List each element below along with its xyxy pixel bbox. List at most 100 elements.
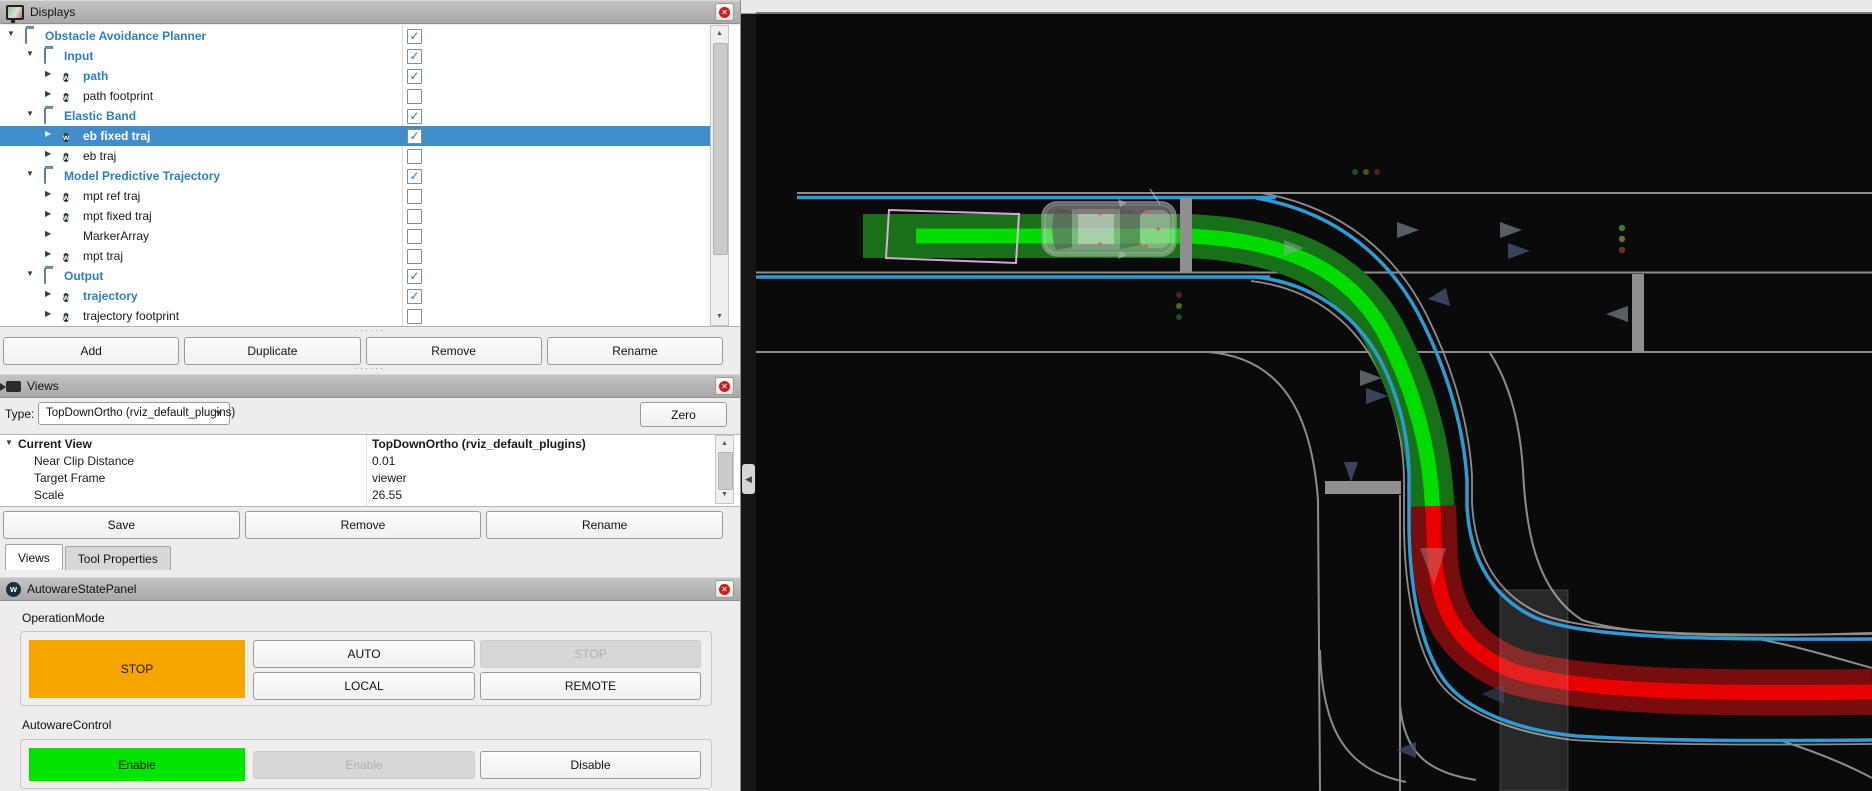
expand-icon[interactable] (45, 149, 51, 158)
disable-button[interactable]: Disable (480, 751, 701, 779)
view-type-combobox[interactable]: TopDownOrtho (rviz_default_plugins) ▼ (38, 402, 230, 425)
rename-button[interactable]: Rename (547, 337, 723, 365)
visibility-checkbox[interactable] (407, 309, 422, 324)
collapse-icon[interactable] (26, 49, 34, 58)
scroll-down-icon[interactable]: ▼ (711, 310, 728, 324)
hood (1140, 210, 1170, 248)
tree-item-mpt-traj[interactable]: w mpt traj (0, 246, 710, 266)
visibility-checkbox[interactable] (407, 149, 422, 164)
property-row-target-frame[interactable]: Target Frame viewer (0, 470, 715, 487)
visibility-checkbox[interactable] (407, 169, 422, 184)
folder-icon (25, 28, 27, 44)
remote-button[interactable]: REMOTE (480, 672, 701, 700)
tree-item-marker-array[interactable]: MarkerArray (0, 226, 710, 246)
tree-item-model-predictive-trajectory[interactable]: Model Predictive Trajectory (0, 166, 710, 186)
autoware-display-icon: w (63, 253, 69, 262)
visibility-checkbox[interactable] (407, 29, 422, 44)
autoware-control-group: Enable Enable Disable (20, 739, 712, 789)
rename-view-button[interactable]: Rename (486, 511, 723, 539)
trajectory-core-red (1433, 506, 1872, 693)
expand-icon[interactable] (45, 89, 51, 98)
visibility-checkbox[interactable] (407, 109, 422, 124)
collapse-icon[interactable] (7, 29, 15, 38)
scroll-up-icon[interactable]: ▲ (716, 437, 733, 451)
tree-item-mpt-fixed-traj[interactable]: w mpt fixed traj (0, 206, 710, 226)
render-view-3d[interactable] (756, 0, 1872, 791)
remove-button[interactable]: Remove (366, 337, 542, 365)
view-properties-table[interactable]: ▼ Current View TopDownOrtho (rviz_defaul… (0, 434, 740, 507)
expand-icon[interactable] (45, 289, 51, 298)
tree-item-mpt-ref-traj[interactable]: w mpt ref traj (0, 186, 710, 206)
collapse-icon[interactable] (26, 169, 34, 178)
visibility-checkbox[interactable] (407, 249, 422, 264)
tab-tool-properties[interactable]: Tool Properties (65, 546, 171, 570)
visibility-checkbox[interactable] (407, 289, 422, 304)
expand-icon[interactable] (45, 309, 51, 318)
visibility-checkbox[interactable] (407, 129, 422, 144)
save-button[interactable]: Save (3, 511, 240, 539)
toolbar-strip (756, 0, 1872, 12)
close-icon: ✕ (719, 7, 730, 18)
type-label: Type: (5, 407, 34, 421)
scene-canvas (756, 0, 1872, 791)
displays-close-button[interactable]: ✕ (715, 3, 734, 21)
scrollbar-thumb[interactable] (713, 43, 728, 255)
tree-item-elastic-band[interactable]: Elastic Band (0, 106, 710, 126)
visibility-checkbox[interactable] (407, 49, 422, 64)
splitter-handle[interactable]: ······ (0, 366, 740, 373)
views-close-button[interactable]: ✕ (715, 377, 734, 395)
chevron-down-icon: ▼ (214, 408, 223, 418)
collapse-panel-button[interactable]: ◀ (742, 464, 755, 494)
collapse-icon[interactable]: ▼ (5, 438, 13, 447)
add-button[interactable]: Add (3, 337, 179, 365)
views-panel-header[interactable]: Views ✕ (0, 374, 740, 398)
trajectory-bands (863, 236, 1872, 693)
expand-icon[interactable] (45, 229, 51, 238)
tree-item-obstacle-avoidance-planner[interactable]: Obstacle Avoidance Planner (0, 26, 710, 46)
stop-button[interactable]: STOP (480, 640, 701, 668)
splitter-handle[interactable]: ······ (0, 328, 740, 335)
visibility-checkbox[interactable] (407, 209, 422, 224)
tree-item-trajectory[interactable]: w trajectory (0, 286, 710, 306)
local-button[interactable]: LOCAL (253, 672, 475, 700)
auto-button[interactable]: AUTO (253, 640, 475, 668)
views-button-row: Save Remove Rename (3, 511, 723, 539)
visibility-checkbox[interactable] (407, 69, 422, 84)
displays-tree[interactable]: Obstacle Avoidance Planner Input w path … (0, 25, 740, 327)
expand-icon[interactable] (45, 249, 51, 258)
visibility-checkbox[interactable] (407, 229, 422, 244)
table-scrollbar[interactable]: ▲ ▼ (715, 435, 734, 504)
zero-button[interactable]: Zero (640, 402, 727, 427)
state-panel-header[interactable]: w AutowareStatePanel ✕ (0, 577, 740, 601)
duplicate-button[interactable]: Duplicate (184, 337, 360, 365)
tree-scrollbar[interactable]: ▲ ▼ (710, 25, 729, 326)
tree-item-eb-traj[interactable]: w eb traj (0, 146, 710, 166)
expand-icon[interactable] (45, 69, 51, 78)
expand-icon[interactable] (45, 189, 51, 198)
tree-item-path[interactable]: w path (0, 66, 710, 86)
tree-item-trajectory-footprint[interactable]: w trajectory footprint (0, 306, 710, 326)
scroll-down-icon[interactable]: ▼ (716, 488, 733, 502)
enable-button[interactable]: Enable (253, 751, 475, 779)
expand-icon[interactable] (45, 209, 51, 218)
collapse-icon[interactable] (26, 109, 34, 118)
dock-splitter[interactable]: ◀ (741, 0, 756, 791)
scroll-up-icon[interactable]: ▲ (711, 27, 728, 41)
scrollbar-thumb[interactable] (718, 452, 733, 490)
tree-item-eb-fixed-traj[interactable]: w eb fixed traj (0, 126, 710, 146)
property-row-current-view[interactable]: ▼ Current View TopDownOrtho (rviz_defaul… (0, 436, 715, 453)
displays-panel-header[interactable]: Displays ✕ (0, 0, 740, 24)
visibility-checkbox[interactable] (407, 189, 422, 204)
property-row-near-clip[interactable]: Near Clip Distance 0.01 (0, 453, 715, 470)
state-panel-close-button[interactable]: ✕ (715, 580, 734, 598)
tree-item-path-footprint[interactable]: w path footprint (0, 86, 710, 106)
property-row-scale[interactable]: Scale 26.55 (0, 487, 715, 504)
tree-item-output[interactable]: Output (0, 266, 710, 286)
remove-view-button[interactable]: Remove (245, 511, 482, 539)
tab-views[interactable]: Views (5, 544, 63, 570)
tree-item-input[interactable]: Input (0, 46, 710, 66)
visibility-checkbox[interactable] (407, 269, 422, 284)
collapse-icon[interactable] (26, 269, 34, 278)
expand-icon[interactable] (45, 129, 51, 138)
visibility-checkbox[interactable] (407, 89, 422, 104)
